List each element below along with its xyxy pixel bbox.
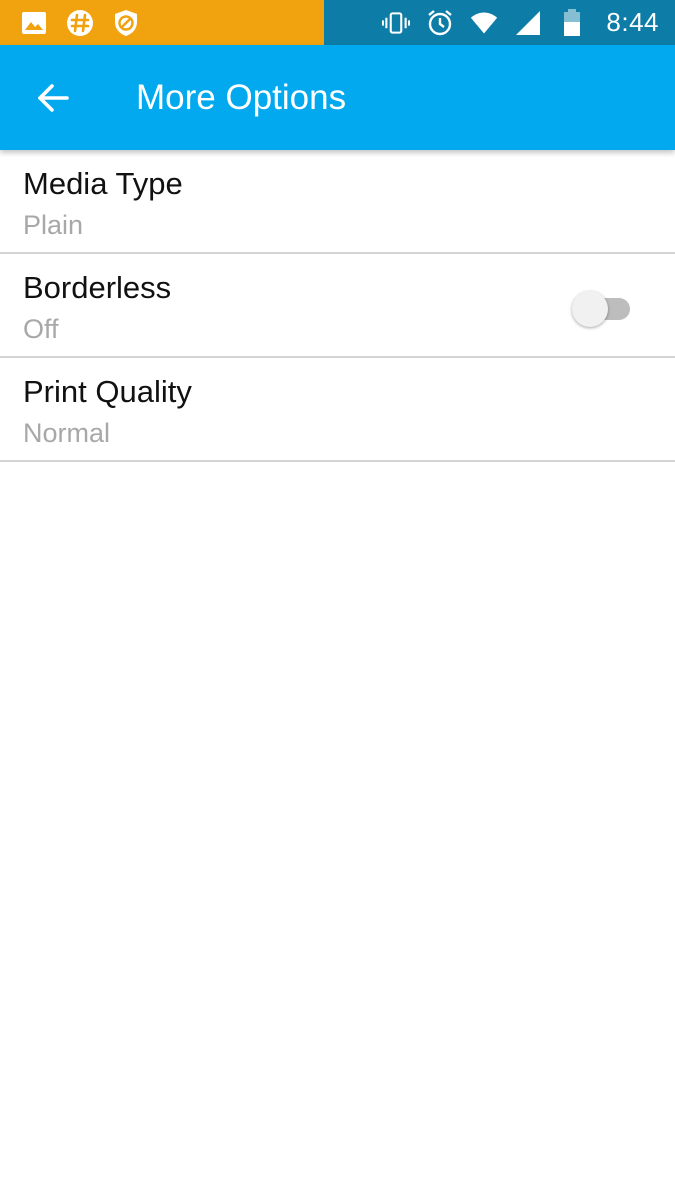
vibrate-icon [382, 9, 411, 37]
status-bar-notifications [0, 0, 324, 45]
status-time: 8:44 [606, 7, 659, 37]
slack-icon [66, 9, 94, 37]
toggle-thumb [572, 291, 608, 327]
wifi-icon [470, 9, 498, 37]
page-title: More Options [136, 77, 347, 117]
option-title: Borderless [23, 270, 172, 305]
option-media-type[interactable]: Media Type Plain [0, 150, 675, 254]
status-bar: 8:44 [0, 0, 675, 45]
option-title: Media Type [23, 166, 183, 201]
option-borderless[interactable]: Borderless Off [0, 254, 675, 358]
back-button[interactable] [24, 69, 82, 127]
arrow-left-icon [38, 83, 69, 112]
signal-icon [514, 9, 542, 37]
app-bar: More Options [0, 45, 675, 150]
alarm-icon [426, 9, 454, 37]
borderless-toggle[interactable] [572, 291, 632, 327]
battery-icon [558, 8, 586, 37]
option-value: Normal [23, 418, 111, 448]
status-bar-system: 8:44 [324, 0, 675, 45]
option-print-quality[interactable]: Print Quality Normal [0, 358, 675, 462]
options-list: Media Type Plain Borderless Off Print Qu… [0, 150, 675, 462]
option-title: Print Quality [23, 374, 192, 409]
blocked-shield-icon [112, 9, 140, 37]
option-value: Plain [23, 210, 84, 240]
more-options-screen: 8:44 More Options Media Type Plain Borde… [0, 0, 675, 1200]
option-value: Off [23, 314, 59, 344]
image-icon [20, 9, 48, 37]
